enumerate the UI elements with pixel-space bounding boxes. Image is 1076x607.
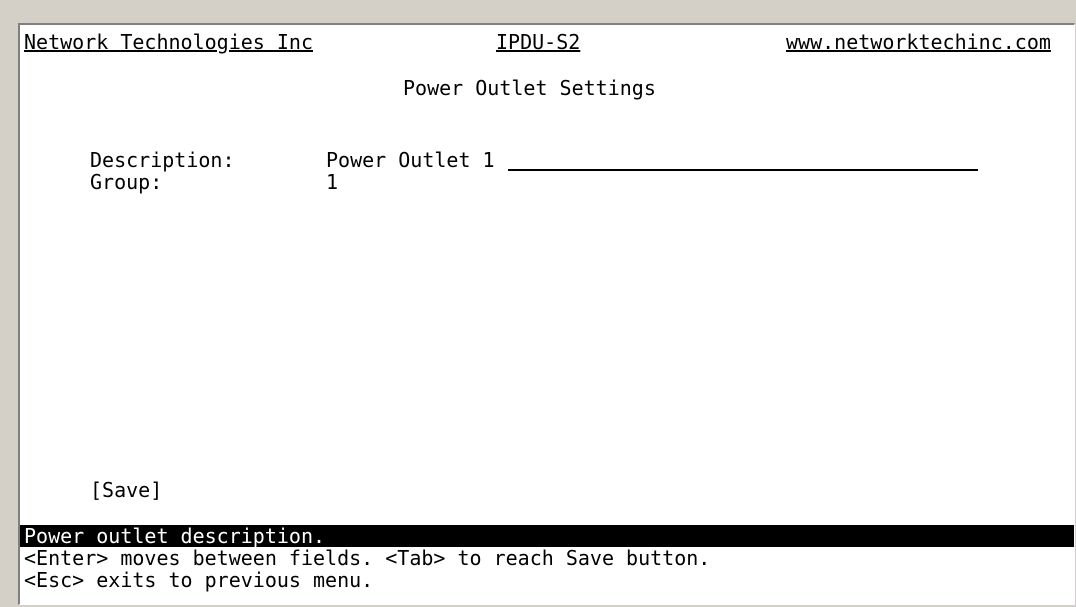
save-button[interactable]: [Save]	[90, 479, 162, 501]
page-title: Power Outlet Settings	[403, 76, 656, 100]
window-frame: Network Technologies Inc IPDU-S2 www.net…	[0, 0, 1076, 607]
help-line-enter: <Enter> moves between fields. <Tab> to r…	[24, 546, 711, 570]
group-field[interactable]: 1	[326, 171, 338, 193]
website-link[interactable]: www.networktechinc.com	[786, 31, 1051, 53]
description-label: Description:	[90, 148, 235, 172]
description-field-underline	[508, 169, 978, 171]
model-name: IPDU-S2	[496, 30, 581, 54]
terminal-screen: Network Technologies Inc IPDU-S2 www.net…	[18, 23, 1075, 605]
company-name: Network Technologies Inc	[24, 30, 313, 54]
help-line-esc: <Esc> exits to previous menu.	[24, 568, 374, 592]
description-field[interactable]: Power Outlet 1	[326, 149, 495, 171]
group-label: Group:	[90, 170, 163, 194]
status-bar: Power outlet description.	[20, 525, 1074, 547]
